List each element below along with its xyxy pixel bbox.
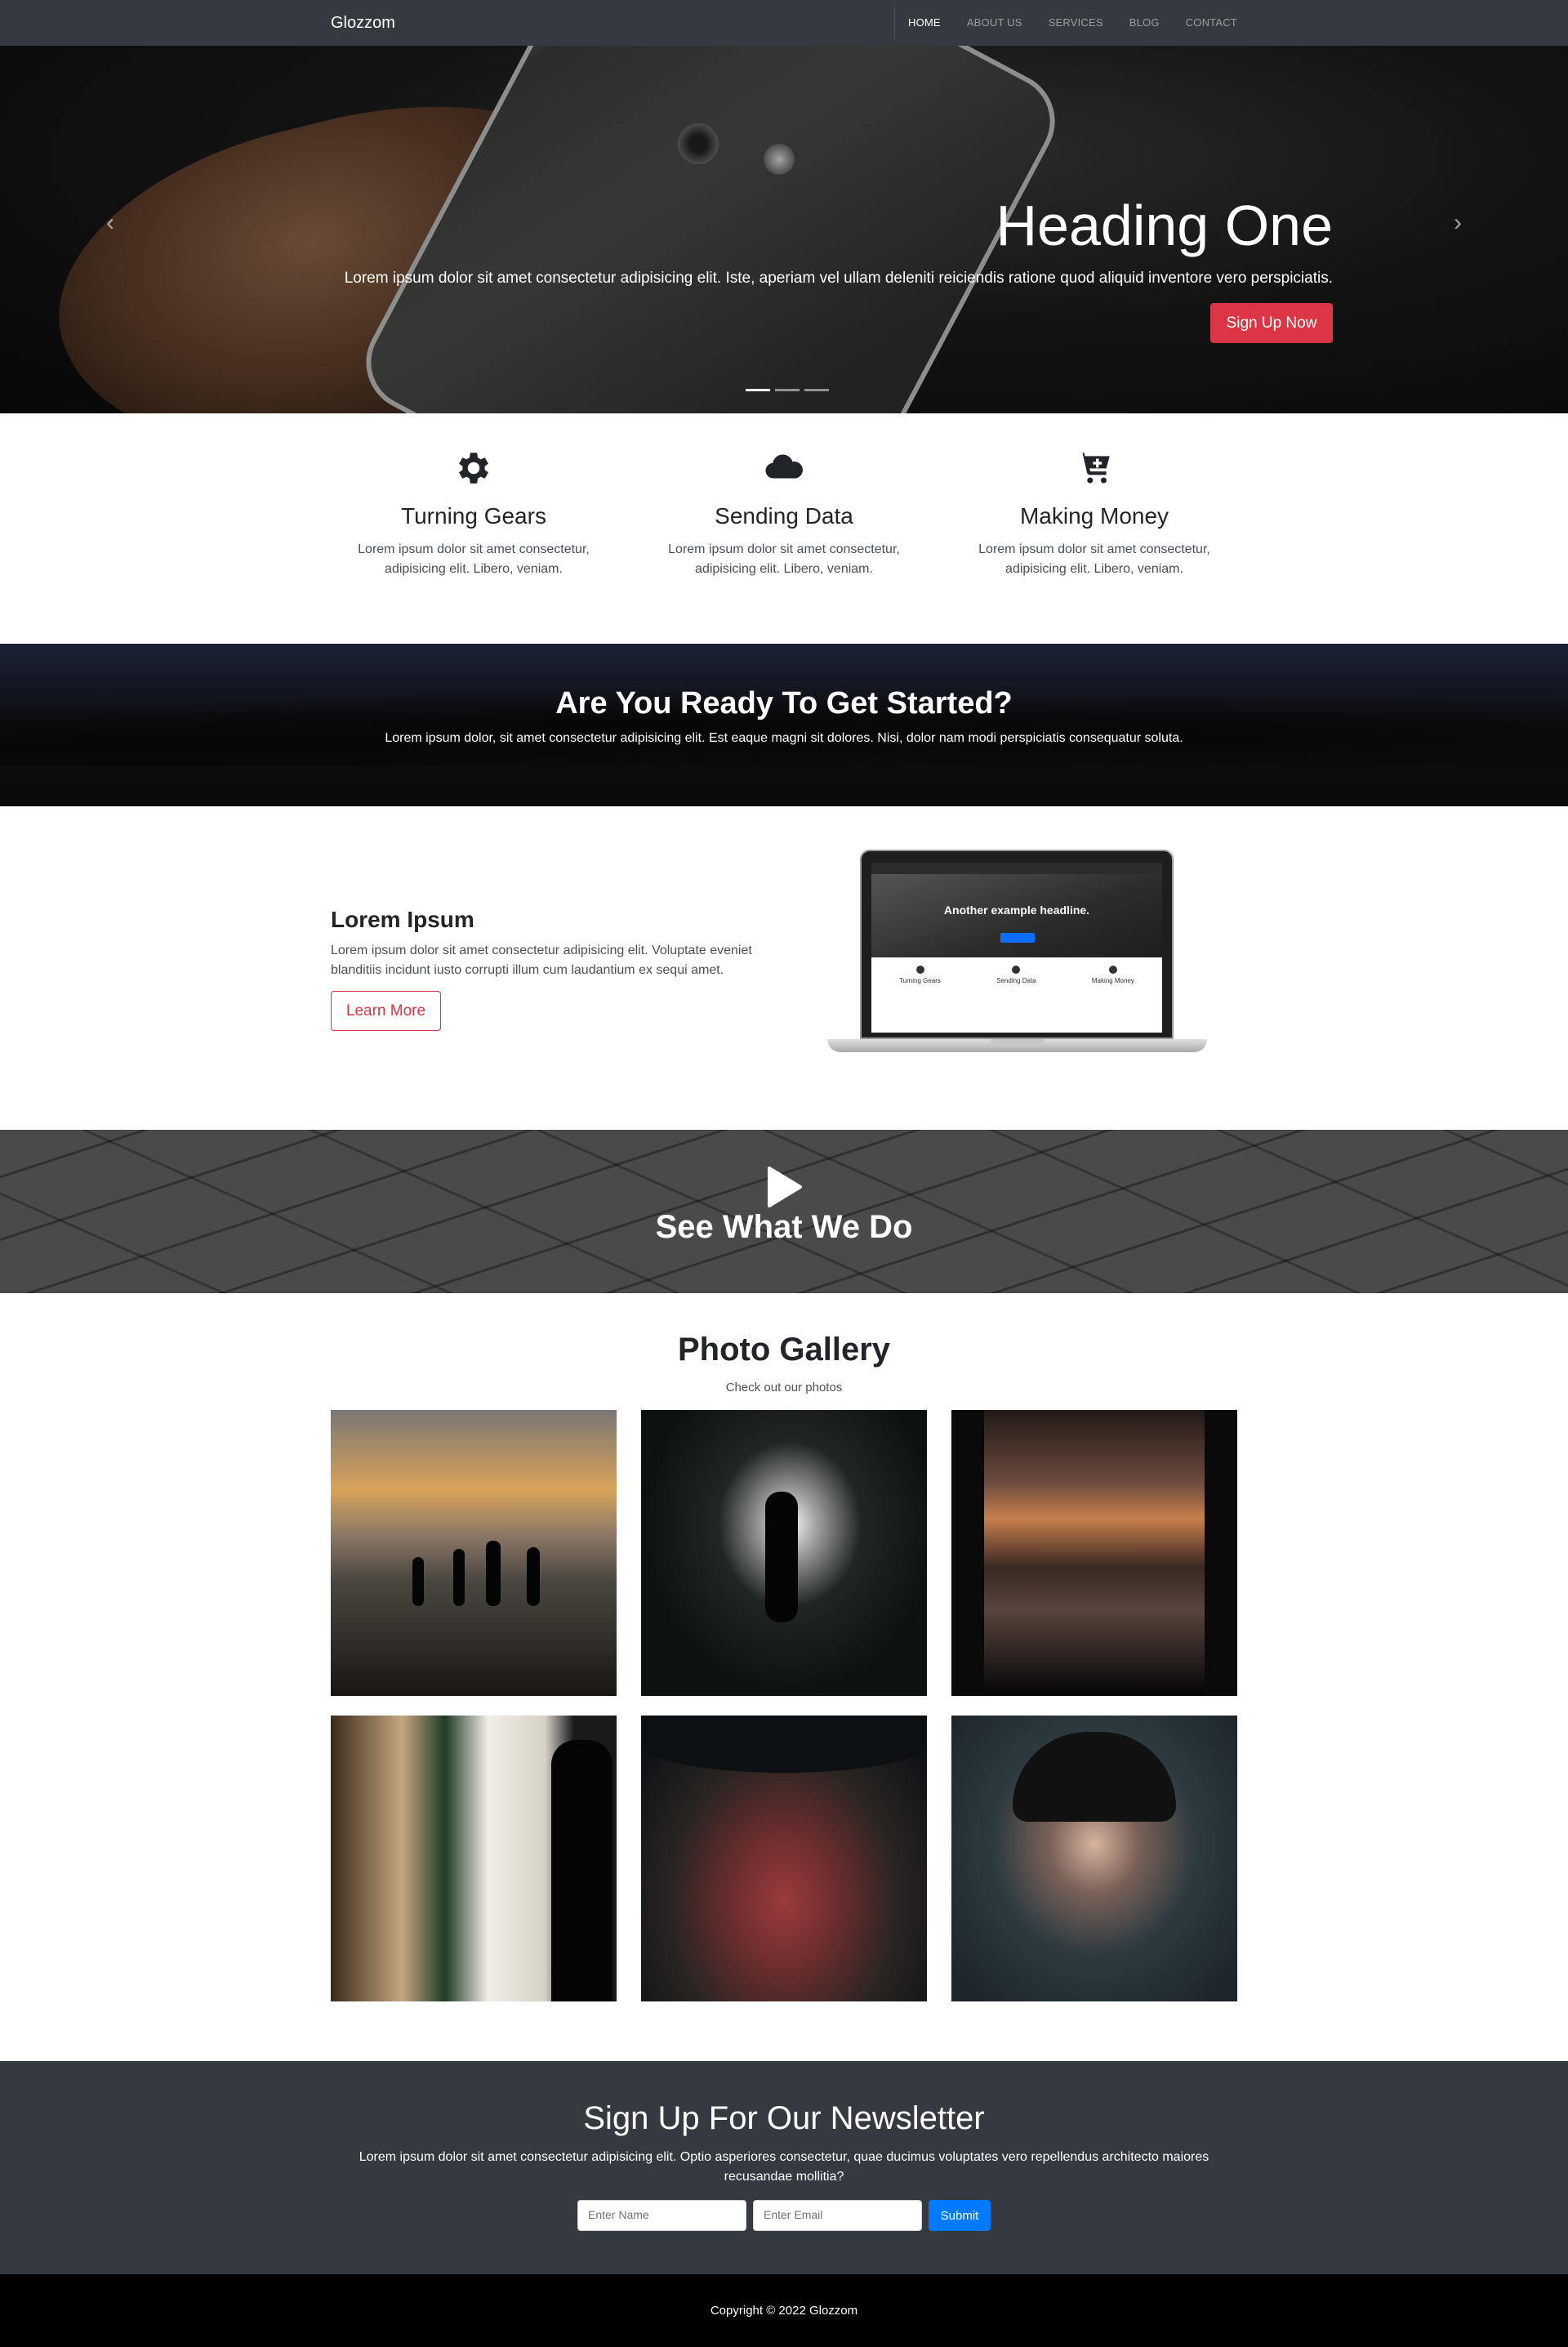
- laptop-screen-hero: Another example headline.: [871, 874, 1162, 957]
- chevron-left-icon[interactable]: ‹: [106, 209, 114, 237]
- gallery-photo-volcano[interactable]: [951, 1410, 1237, 1696]
- laptop-screen-navbar: [871, 863, 1162, 874]
- newsletter-title: Sign Up For Our Newsletter: [583, 2100, 985, 2136]
- gallery-photo-archway[interactable]: [641, 1716, 927, 2001]
- laptop-screen: Another example headline. Turning Gears …: [871, 863, 1162, 1033]
- info-title: Lorem Ipsum: [331, 907, 474, 932]
- get-started-text: Lorem ipsum dolor, sit amet consectetur …: [385, 731, 1183, 745]
- chevron-right-icon[interactable]: ›: [1454, 209, 1462, 237]
- video-section: See What We Do: [0, 1130, 1568, 1293]
- nav-item-blog[interactable]: BLOG: [1129, 16, 1160, 29]
- feature-text: Lorem ipsum dolor sit amet consectetur, …: [978, 542, 1210, 576]
- hero-title: Heading One: [996, 194, 1333, 257]
- navbar: Glozzom HOME ABOUT US SERVICES BLOG CONT…: [0, 0, 1568, 46]
- play-icon[interactable]: [766, 1167, 802, 1207]
- learn-more-button[interactable]: Learn More: [331, 991, 441, 1031]
- feature-title: Making Money: [1019, 503, 1169, 529]
- feature-text: Lorem ipsum dolor sit amet consectetur, …: [668, 542, 900, 576]
- gear-icon: [459, 453, 488, 484]
- hero-overlay: [0, 46, 1568, 413]
- nav-item-home[interactable]: HOME: [908, 16, 941, 29]
- cart-plus-icon: [1077, 453, 1110, 484]
- footer: Copyright © 2022 Glozzom: [0, 2274, 1568, 2347]
- carousel-indicator-3[interactable]: [804, 389, 829, 391]
- email-input[interactable]: Enter Email: [753, 2200, 922, 2231]
- laptop-notch: [991, 1039, 1045, 1044]
- feature-making-money: Making Money Lorem ipsum dolor sit amet …: [972, 448, 1217, 579]
- carousel-indicator-1[interactable]: [746, 389, 770, 391]
- nav-menu: HOME ABOUT US SERVICES BLOG CONTACT: [908, 16, 1263, 29]
- laptop-lid: Another example headline. Turning Gears …: [860, 850, 1174, 1039]
- laptop-screen-button: [1000, 933, 1035, 943]
- laptop-screen-headline: Another example headline.: [943, 904, 1090, 917]
- sign-up-button[interactable]: Sign Up Now: [1210, 303, 1333, 343]
- carousel-indicator-2[interactable]: [775, 389, 800, 391]
- gallery-title: Photo Gallery: [677, 1332, 891, 1368]
- copyright-text: Copyright © 2022 Glozzom: [710, 2304, 858, 2318]
- laptop-screen-feature: Sending Data: [996, 966, 1036, 984]
- gallery-photo-shadow[interactable]: [331, 1716, 617, 2001]
- get-started-title: Are You Ready To Get Started?: [555, 686, 1013, 721]
- newsletter-text: Lorem ipsum dolor sit amet consectetur a…: [359, 2150, 1209, 2184]
- get-started-section: Are You Ready To Get Started? Lorem ipsu…: [0, 644, 1568, 806]
- nav-item-about-us[interactable]: ABOUT US: [967, 16, 1022, 29]
- feature-turning-gears: Turning Gears Lorem ipsum dolor sit amet…: [351, 448, 596, 579]
- brand-logo[interactable]: Glozzom: [331, 14, 395, 33]
- feature-title: Sending Data: [715, 503, 853, 529]
- gallery-photo-portrait[interactable]: [951, 1716, 1237, 2001]
- laptop-screen-features: Turning Gears Sending Data Making Money: [871, 957, 1162, 984]
- hero-carousel: ‹ › Heading One Lorem ipsum dolor sit am…: [0, 46, 1568, 413]
- laptop-screen-feature: Making Money: [1092, 966, 1134, 984]
- feature-title: Turning Gears: [401, 503, 546, 529]
- nav-item-services[interactable]: SERVICES: [1049, 16, 1103, 29]
- name-input[interactable]: Enter Name: [577, 2200, 746, 2231]
- gallery-photo-cave[interactable]: [641, 1410, 927, 1696]
- newsletter-section: Sign Up For Our Newsletter Lorem ipsum d…: [0, 2061, 1568, 2274]
- info-text: Lorem ipsum dolor sit amet consectetur a…: [331, 944, 752, 977]
- laptop-screen-feature: Turning Gears: [899, 966, 941, 984]
- feature-text: Lorem ipsum dolor sit amet consectetur, …: [358, 542, 590, 576]
- gallery-photo-beach[interactable]: [331, 1410, 617, 1696]
- hero-text: Lorem ipsum dolor sit amet consectetur a…: [344, 270, 1333, 287]
- gallery-subtitle: Check out our photos: [725, 1381, 843, 1394]
- cloud-icon: [765, 454, 803, 479]
- carousel-indicators: [743, 389, 831, 391]
- feature-sending-data: Sending Data Lorem ipsum dolor sit amet …: [662, 448, 906, 579]
- submit-button[interactable]: Submit: [929, 2200, 991, 2231]
- video-title: See What We Do: [655, 1209, 913, 1245]
- nav-item-contact[interactable]: CONTACT: [1186, 16, 1237, 29]
- nav-divider: [894, 7, 895, 39]
- laptop-image: Another example headline. Turning Gears …: [827, 850, 1207, 1086]
